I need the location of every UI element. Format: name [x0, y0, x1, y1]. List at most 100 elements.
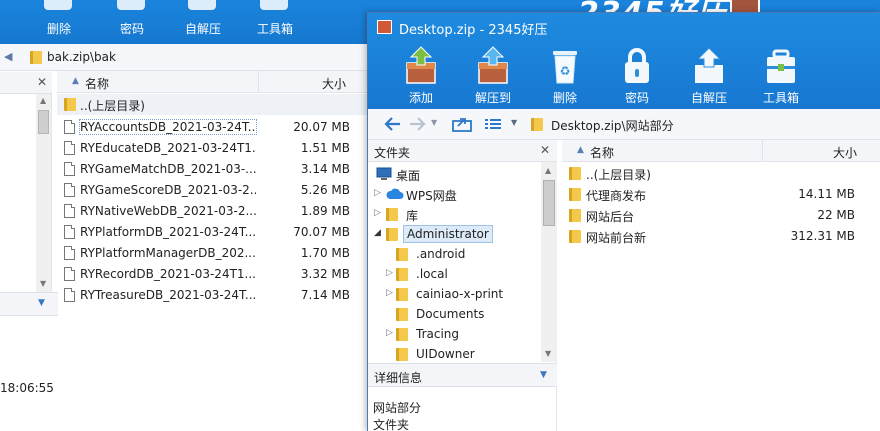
add-button[interactable]: 添加	[385, 39, 457, 105]
folder-icon	[531, 117, 543, 131]
view-list-icon[interactable]	[484, 116, 502, 132]
folder-icon	[569, 187, 581, 201]
folder-tree-scrollbar[interactable]: ▲ ▼	[541, 162, 557, 362]
bg-delete-button[interactable]: 删除	[24, 0, 94, 44]
lock-icon	[625, 48, 649, 83]
folder-icon	[396, 307, 408, 321]
fg-navigation-bar: ▼ ▼ Desktop.zip\网站部分	[368, 109, 880, 140]
add-archive-icon	[406, 46, 436, 84]
collapse-arrow-icon[interactable]: ◢	[374, 228, 384, 238]
fg-folder-tree: 文件夹 ✕ 桌面 ▷ WPS网盘 ▷ 库 ◢ Administrator .an…	[368, 140, 557, 431]
bg-details-header[interactable]: ▼	[0, 292, 58, 316]
lock-icon	[117, 0, 145, 10]
fg-path-text[interactable]: Desktop.zip\网站部分	[551, 117, 674, 134]
bg-parent-row[interactable]: ..(上层目录)	[57, 94, 368, 115]
bg-file-list: ▲ 名称 大小 ..(上层目录) RYAccountsDB_2021-03-24…	[57, 71, 368, 431]
toolbox-icon	[767, 49, 795, 83]
svg-text:♻: ♻	[560, 64, 571, 78]
fg-col-name[interactable]: 名称	[590, 144, 614, 161]
bg-col-name[interactable]: 名称	[85, 75, 109, 92]
bg-folder-pane: ✕ ▲ ▼	[0, 72, 52, 292]
folder-icon	[396, 347, 408, 361]
user-folder-icon	[386, 227, 398, 241]
bg-timestamp: 18:06:55	[0, 381, 54, 395]
file-icon	[64, 288, 75, 302]
bg-self-extract-button[interactable]: 自解压	[168, 0, 238, 44]
expand-arrow-icon[interactable]: ▷	[386, 328, 396, 338]
file-icon	[64, 141, 75, 155]
bg-col-size[interactable]: 大小	[322, 75, 346, 92]
table-row[interactable]: RYRecordDB_2021-03-24T1... 3.32 MB	[57, 264, 368, 285]
bg-password-button[interactable]: 密码	[97, 0, 167, 44]
scroll-up-icon[interactable]: ▲	[545, 166, 551, 175]
column-divider[interactable]	[762, 140, 763, 162]
scroll-up-icon[interactable]: ▲	[40, 96, 46, 105]
view-dropdown-icon[interactable]: ▼	[511, 118, 517, 127]
expand-arrow-icon[interactable]: ▷	[374, 188, 384, 198]
column-divider[interactable]	[258, 71, 259, 93]
close-icon[interactable]: ✕	[37, 75, 47, 89]
forward-arrow-icon[interactable]	[408, 116, 426, 132]
fg-parent-row[interactable]: ..(上层目录)	[562, 163, 880, 184]
table-row[interactable]: RYEducateDB_2021-03-24T1... 1.51 MB	[57, 138, 368, 159]
fg-column-header: ▲ 名称 大小	[562, 140, 880, 162]
scroll-thumb[interactable]	[543, 180, 555, 226]
folder-icon	[569, 166, 581, 180]
bg-toolbox-button[interactable]: 工具箱	[240, 0, 310, 44]
chevron-down-icon[interactable]: ▼	[38, 298, 45, 308]
history-dropdown-icon[interactable]: ▼	[431, 118, 437, 127]
details-header[interactable]: 详细信息 ▼	[368, 363, 557, 387]
expand-arrow-icon[interactable]: ▷	[374, 208, 384, 218]
fg-col-size[interactable]: 大小	[833, 144, 857, 161]
file-icon	[64, 162, 75, 176]
table-row[interactable]: 代理商发布 14.11 MB	[562, 184, 880, 205]
cloud-icon	[386, 188, 404, 199]
table-row[interactable]: RYNativeWebDB_2021-03-2... 1.89 MB	[57, 201, 368, 222]
chevron-left-icon[interactable]: ◀	[4, 50, 12, 63]
password-button[interactable]: 密码	[601, 39, 673, 105]
self-extract-icon	[695, 47, 723, 83]
fg-titlebar-toolbar: Desktop.zip - 2345好压 添加 解压到 ♻ 删除 密码 自解压 …	[368, 13, 880, 109]
table-row[interactable]: RYPlatformManagerDB_202... 1.70 MB	[57, 243, 368, 264]
table-row[interactable]: 网站后台 22 MB	[562, 205, 880, 226]
table-row[interactable]: RYGameScoreDB_2021-03-2... 5.26 MB	[57, 180, 368, 201]
file-icon	[64, 183, 75, 197]
expand-arrow-icon[interactable]: ▷	[386, 268, 396, 278]
extract-to-button[interactable]: 解压到	[457, 39, 529, 105]
app-logo-icon	[377, 20, 392, 34]
file-icon	[64, 204, 75, 218]
expand-arrow-icon[interactable]: ▷	[386, 288, 396, 298]
folder-icon	[64, 97, 76, 111]
file-icon	[64, 246, 75, 260]
bg-path-text: bak.zip\bak	[47, 50, 116, 64]
up-folder-icon[interactable]	[452, 116, 472, 132]
sort-up-icon: ▲	[577, 145, 584, 155]
scroll-down-icon[interactable]: ▼	[40, 279, 46, 288]
table-row[interactable]: RYAccountsDB_2021-03-24T... 20.07 MB	[57, 117, 368, 138]
self-extract-button[interactable]: 自解压	[673, 39, 745, 105]
folder-icon	[569, 208, 581, 222]
fg-file-list: ▲ 名称 大小 ..(上层目录) 代理商发布 14.11 MB 网站后台 22 …	[562, 140, 880, 431]
chevron-down-icon[interactable]: ▼	[540, 370, 547, 380]
bg-folder-scrollbar[interactable]: ▲ ▼	[36, 94, 51, 292]
close-icon[interactable]: ✕	[540, 143, 550, 157]
table-row[interactable]: RYTreasureDB_2021-03-24T... 7.14 MB	[57, 285, 368, 306]
details-item-type: 文件夹	[373, 418, 410, 431]
delete-button[interactable]: ♻ 删除	[529, 39, 601, 105]
library-icon	[386, 207, 398, 221]
folder-icon	[569, 229, 581, 243]
scroll-thumb[interactable]	[38, 110, 49, 134]
scroll-down-icon[interactable]: ▼	[545, 349, 551, 358]
file-icon	[64, 120, 75, 134]
window-title: Desktop.zip - 2345好压	[399, 23, 548, 38]
folder-icon	[396, 327, 408, 341]
folder-tree-header: 文件夹 ✕	[368, 140, 557, 162]
toolbox-icon	[260, 0, 288, 10]
folder-icon	[30, 50, 42, 64]
toolbox-button[interactable]: 工具箱	[745, 39, 817, 105]
table-row[interactable]: RYPlatformDB_2021-03-24T... 70.07 MB	[57, 222, 368, 243]
back-arrow-icon[interactable]	[384, 116, 402, 132]
table-row[interactable]: 网站前台新 312.31 MB	[562, 226, 880, 247]
table-row[interactable]: RYGameMatchDB_2021-03-... 3.14 MB	[57, 159, 368, 180]
file-icon	[64, 225, 75, 239]
